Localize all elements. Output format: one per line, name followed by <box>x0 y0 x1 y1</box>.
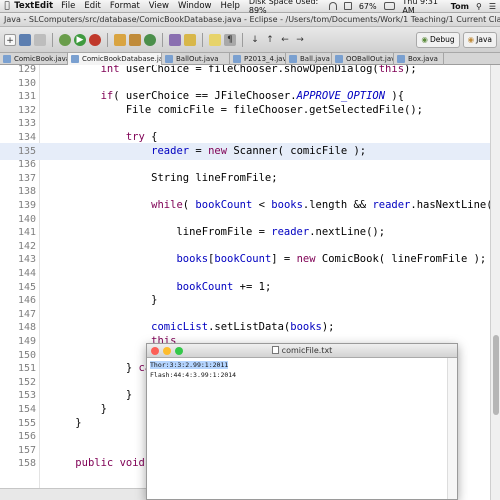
line-number: 158 <box>17 458 36 470</box>
tab-label: Ball.java <box>300 55 330 63</box>
print-icon[interactable] <box>34 33 46 46</box>
back-icon[interactable]: ← <box>279 34 291 46</box>
open-type-icon[interactable] <box>169 33 181 46</box>
perspective-java-label: Java <box>476 35 492 44</box>
java-file-icon <box>71 55 79 63</box>
toolbar-divider <box>162 32 163 47</box>
run-icon[interactable]: ▶ <box>74 33 86 46</box>
save-icon[interactable] <box>19 33 31 46</box>
new-file-icon[interactable]: + <box>4 33 16 46</box>
document-icon <box>271 346 279 354</box>
textedit-titlebar[interactable]: comicFile.txt <box>147 344 457 358</box>
menu-format[interactable]: Format <box>110 1 140 11</box>
textedit-scrollbar[interactable] <box>447 358 457 499</box>
editor-tabs: ComicBook.java ComicBookDatabase.ja Ball… <box>0 53 500 65</box>
battery-percent[interactable]: 67% <box>359 2 377 11</box>
java-file-icon <box>397 55 405 63</box>
previous-annotation-icon[interactable]: ↑ <box>264 34 276 46</box>
battery-icon[interactable] <box>383 2 396 10</box>
java-perspective-icon: ◉ <box>467 35 475 44</box>
eclipse-toolbar: + ▶ ¶ ↓ ↑ ← → ◉ Debug ◉ Java <box>0 27 500 53</box>
window-controls <box>151 347 183 355</box>
scrollbar-thumb[interactable] <box>493 335 499 415</box>
notification-center-icon[interactable]: ☰ <box>489 2 496 11</box>
java-file-icon <box>335 55 343 63</box>
toolbar-divider <box>107 32 108 47</box>
perspective-debug[interactable]: ◉ Debug <box>416 31 460 48</box>
tab-comicbookdatabase[interactable]: ComicBookDatabase.ja <box>68 53 162 65</box>
textedit-document[interactable]: Thor:3:3:2.99:1:2011 Flash:44:4:3.99:1:2… <box>147 358 457 382</box>
tab-label: ComicBookDatabase.ja <box>82 55 162 63</box>
editor-vertical-scrollbar[interactable] <box>490 65 500 500</box>
textedit-title: comicFile.txt <box>281 346 333 355</box>
debug-perspective-icon: ◉ <box>421 35 428 44</box>
textedit-window: comicFile.txt Thor:3:3:2.99:1:2011 Flash… <box>146 343 458 500</box>
tab-ball[interactable]: Ball.java <box>286 53 332 65</box>
menu-bar:  TextEdit File Edit Format View Window … <box>0 0 500 15</box>
toolbar-divider <box>202 32 203 47</box>
tab-label: BallOut.java <box>176 55 219 63</box>
apple-menu-icon[interactable]:  <box>0 1 14 11</box>
menu-view[interactable]: View <box>149 1 169 11</box>
tab-ballout[interactable]: BallOut.java <box>162 53 230 65</box>
search-icon[interactable] <box>184 33 196 46</box>
perspective-debug-label: Debug <box>429 35 455 44</box>
text-line[interactable]: Flash:44:4:3.99:1:2014 <box>150 370 454 380</box>
tab-ooballout[interactable]: OOBallOut.java <box>332 53 394 65</box>
wifi-icon[interactable] <box>329 2 338 10</box>
menu-window[interactable]: Window <box>178 1 212 11</box>
volume-icon[interactable] <box>344 2 352 10</box>
text-line[interactable]: Thor:3:3:2.99:1:2011 <box>150 360 454 370</box>
menu-edit[interactable]: Edit <box>84 1 100 11</box>
minimize-button[interactable] <box>163 347 171 355</box>
menu-help[interactable]: Help <box>220 1 239 11</box>
zoom-button[interactable] <box>175 347 183 355</box>
window-title: Java - SLComputers/src/database/ComicBoo… <box>0 13 500 27</box>
show-whitespace-icon[interactable]: ¶ <box>224 33 236 46</box>
toolbar-divider <box>52 32 53 47</box>
new-package-icon[interactable] <box>129 33 141 46</box>
tab-box[interactable]: Box.java <box>394 53 444 65</box>
selected-text[interactable]: Thor:3:3:2.99:1:2011 <box>150 361 229 369</box>
perspective-switcher: ◉ Debug ◉ Java <box>416 31 500 48</box>
tab-label: ComicBook.java <box>14 55 68 63</box>
java-file-icon <box>165 55 173 63</box>
external-tools-icon[interactable] <box>89 33 101 46</box>
new-java-project-icon[interactable] <box>114 33 126 46</box>
new-class-icon[interactable] <box>144 33 156 46</box>
toggle-mark-occurrences-icon[interactable] <box>209 33 221 46</box>
app-menu-textedit[interactable]: TextEdit <box>14 1 53 11</box>
spotlight-search-icon[interactable]: ⚲ <box>476 2 482 11</box>
menu-file[interactable]: File <box>61 1 75 11</box>
debug-icon[interactable] <box>59 33 71 46</box>
forward-icon[interactable]: → <box>294 34 306 46</box>
tab-label: Box.java <box>408 55 438 63</box>
tab-comicbook[interactable]: ComicBook.java <box>0 53 68 65</box>
tab-label: OOBallOut.java <box>346 55 393 63</box>
tab-p2013-4[interactable]: P2013_4.java <box>230 53 286 65</box>
status-bar <box>0 488 146 500</box>
close-button[interactable] <box>151 347 159 355</box>
toolbar-divider <box>242 32 243 47</box>
perspective-java[interactable]: ◉ Java <box>462 31 497 48</box>
java-file-icon <box>289 55 297 63</box>
user-name[interactable]: Tom <box>451 2 469 11</box>
next-annotation-icon[interactable]: ↓ <box>249 34 261 46</box>
java-file-icon <box>3 55 11 63</box>
java-file-icon <box>233 55 241 63</box>
tab-label: P2013_4.java <box>244 55 285 63</box>
